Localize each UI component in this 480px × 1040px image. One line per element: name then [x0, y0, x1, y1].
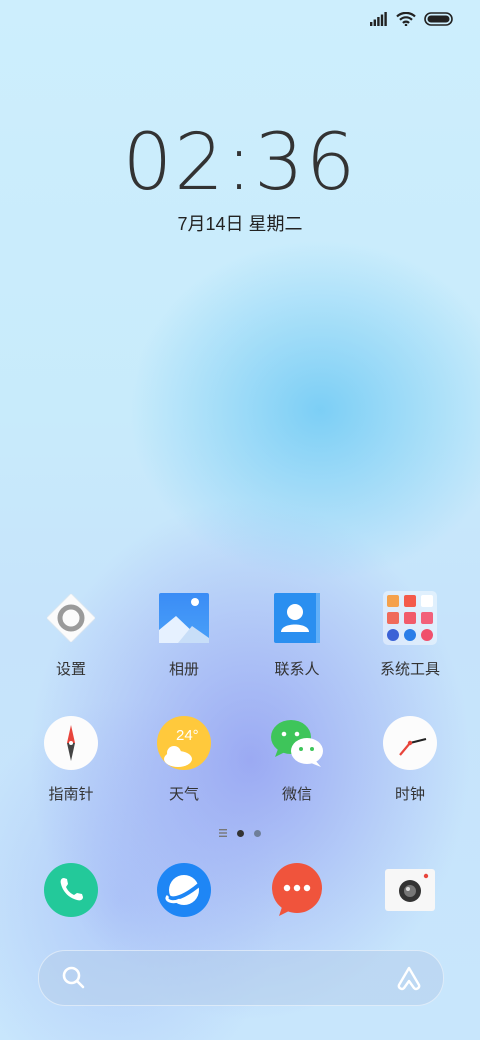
app-weather[interactable]: 24° 天气: [129, 715, 239, 804]
app-label: 微信: [281, 786, 312, 803]
weather-icon: 24°: [156, 715, 212, 771]
clock-icon: [382, 715, 438, 771]
messages-icon: [269, 862, 325, 918]
dock-camera[interactable]: [355, 862, 465, 918]
app-label: 指南针: [48, 786, 94, 803]
contacts-icon: [269, 590, 325, 646]
app-wechat[interactable]: 微信: [242, 715, 352, 804]
system-tools-folder-icon: [382, 590, 438, 646]
app-label: 相册: [168, 661, 199, 678]
camera-icon: [382, 862, 438, 918]
app-label: 天气: [168, 786, 199, 803]
browser-icon: [156, 862, 212, 918]
battery-icon: [424, 11, 454, 31]
search-bar[interactable]: [38, 950, 444, 1006]
dock-messages[interactable]: [242, 862, 352, 918]
app-label: 时钟: [394, 786, 425, 803]
app-clock[interactable]: 时钟: [355, 715, 465, 804]
dock-phone[interactable]: [16, 862, 126, 918]
compass-icon: [43, 715, 99, 771]
settings-icon: [43, 590, 99, 646]
app-label: 设置: [55, 661, 86, 678]
lockscreen-date: 7月14日 星期二: [177, 214, 303, 234]
phone-icon: [43, 862, 99, 918]
gallery-icon: [156, 590, 212, 646]
lockscreen-time: 02:36: [122, 118, 358, 208]
page-dot[interactable]: [254, 829, 261, 837]
signal-icon: [370, 11, 388, 31]
weather-temp: 24°: [176, 727, 199, 744]
app-compass[interactable]: 指南针: [16, 715, 126, 804]
wifi-icon: [396, 11, 416, 31]
app-label: 系统工具: [379, 661, 440, 678]
app-label: 联系人: [274, 661, 320, 678]
menu-lines-icon: [219, 824, 227, 842]
app-contacts[interactable]: 联系人: [242, 590, 352, 679]
wechat-icon: [269, 715, 325, 771]
search-icon[interactable]: [61, 965, 87, 996]
page-dot-active[interactable]: [237, 829, 244, 837]
status-bar: [370, 10, 454, 32]
dock-browser[interactable]: [129, 862, 239, 918]
page-indicator[interactable]: [0, 824, 480, 842]
app-gallery[interactable]: 相册: [129, 590, 239, 679]
assistant-icon[interactable]: [395, 965, 423, 996]
app-settings[interactable]: 设置: [16, 590, 126, 679]
folder-system-tools[interactable]: 系统工具: [355, 590, 465, 679]
